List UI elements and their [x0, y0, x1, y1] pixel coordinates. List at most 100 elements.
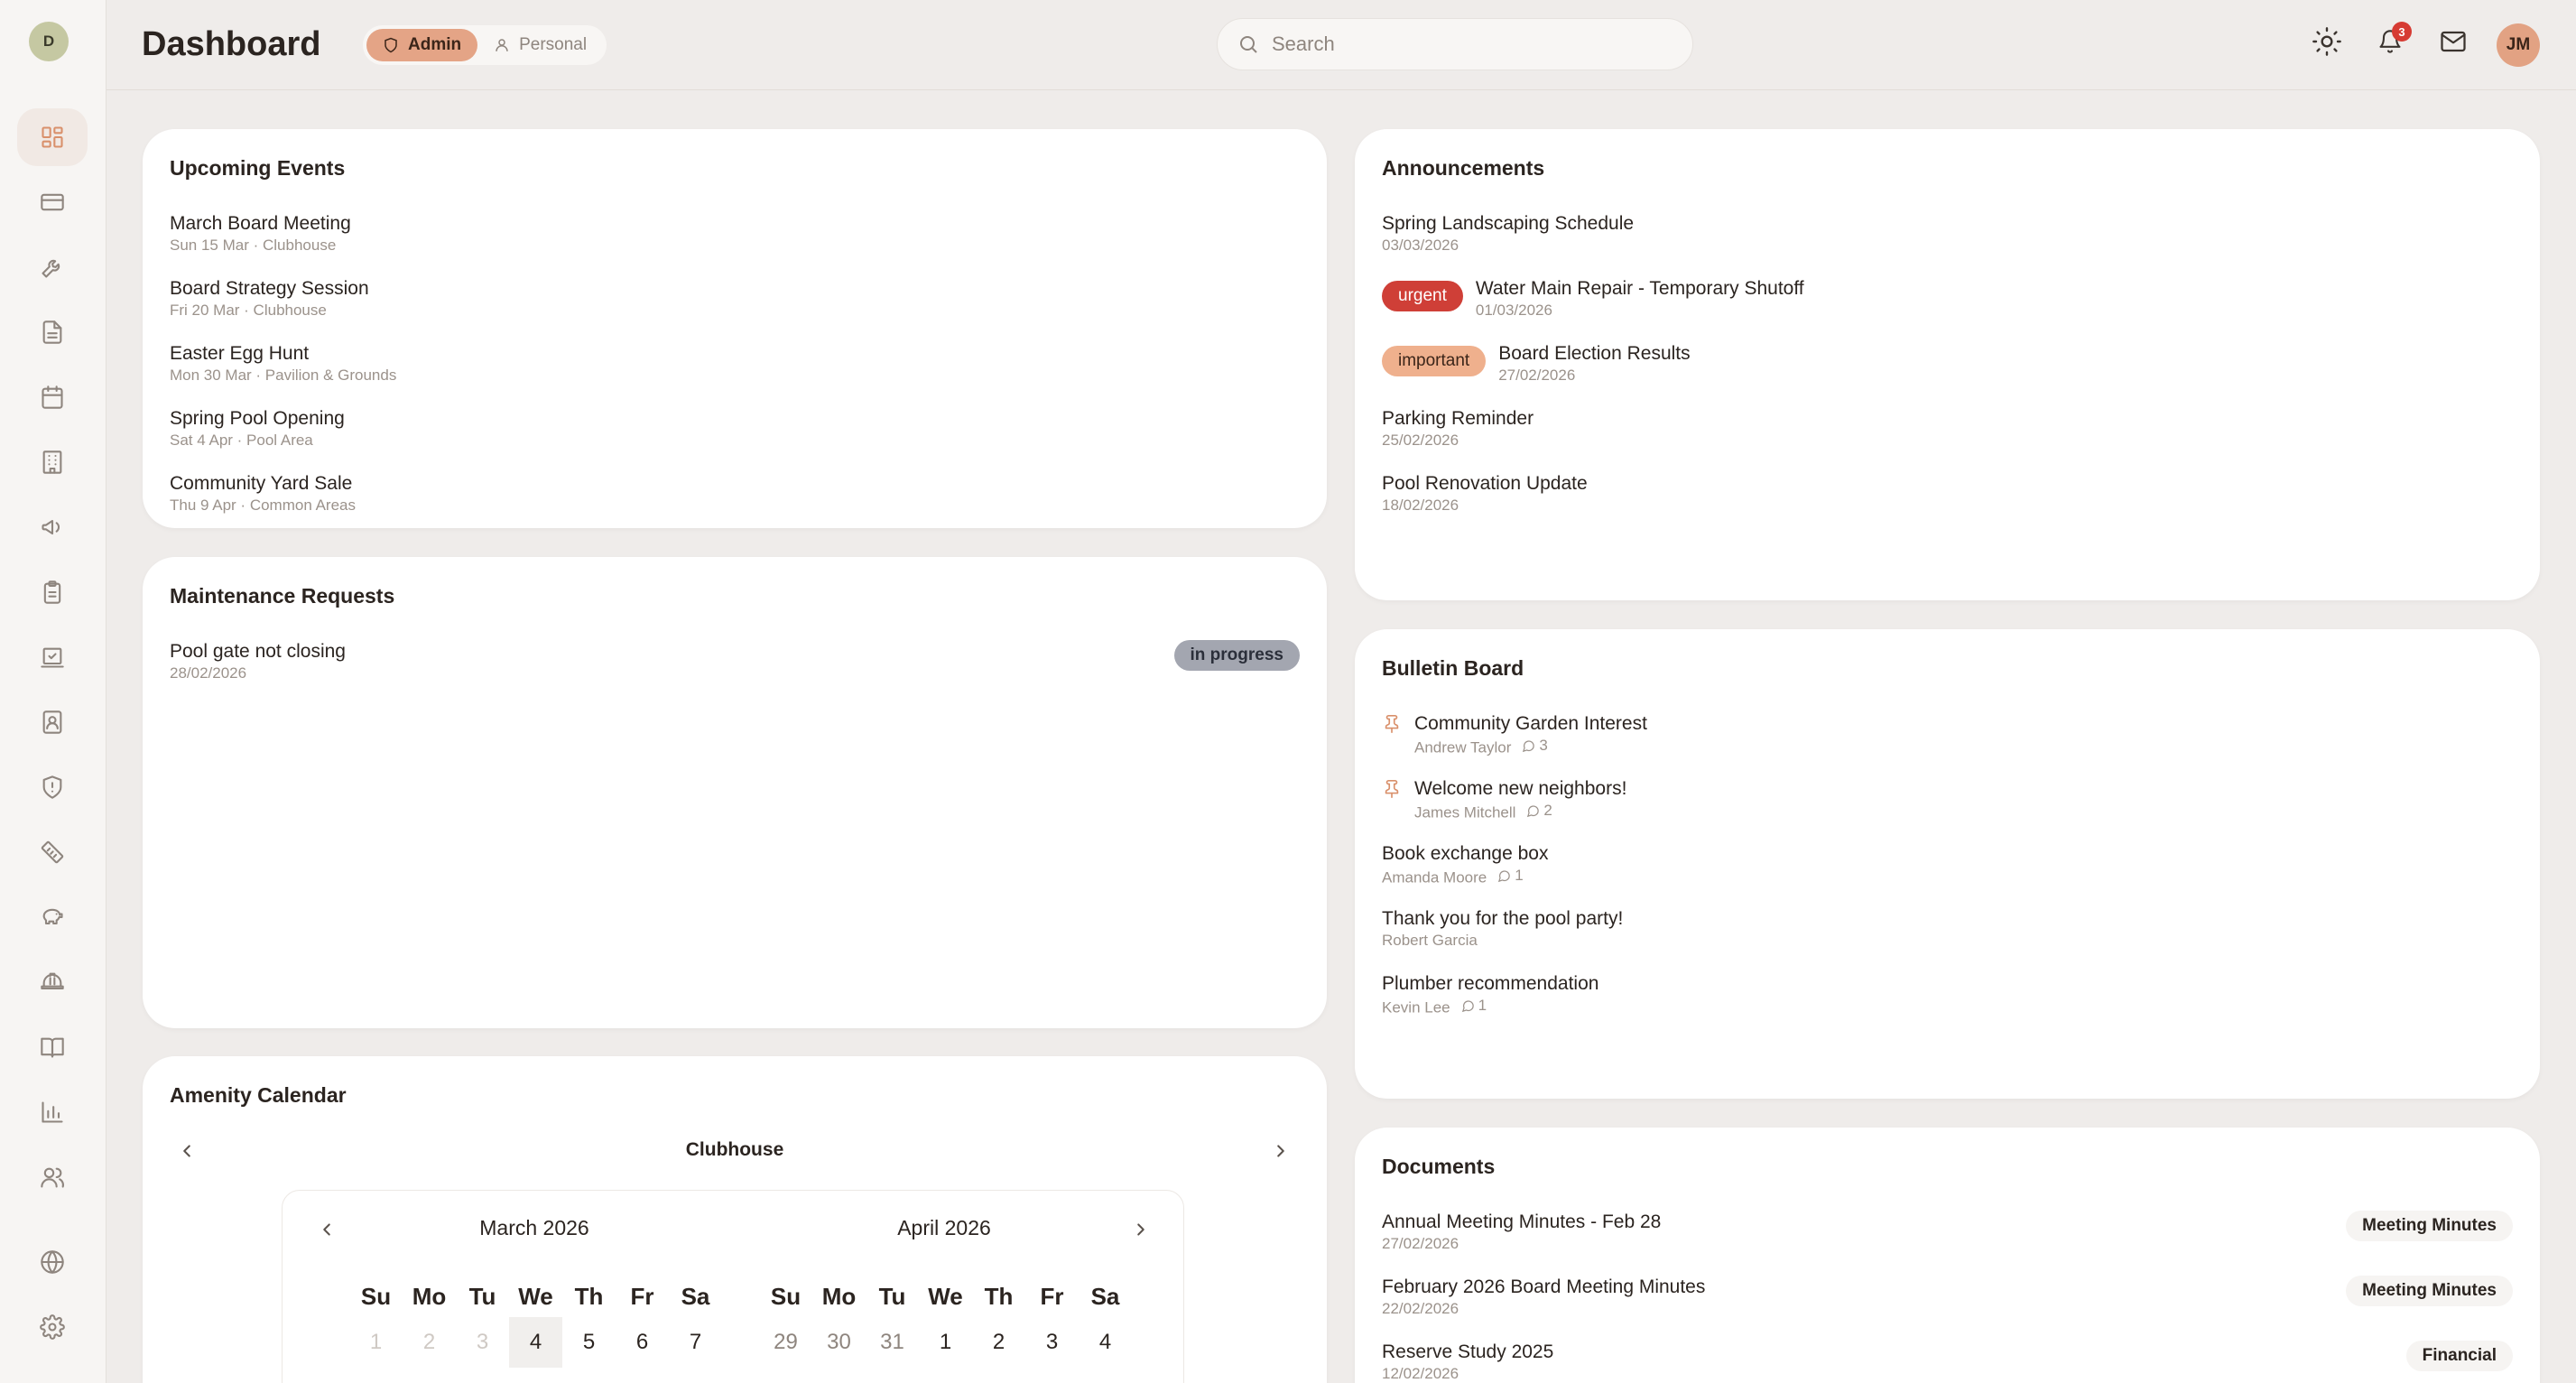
sun-icon — [2312, 27, 2341, 56]
weekday-label: Mo — [412, 1283, 447, 1310]
hard-hat-icon — [41, 972, 64, 990]
month-title: April 2026 — [897, 1216, 991, 1239]
upcoming-events-card: Upcoming Events March Board Meeting Sun 1… — [143, 129, 1327, 528]
theme-toggle-button[interactable] — [2309, 23, 2345, 60]
sidebar-item-calendar[interactable] — [17, 368, 88, 426]
announcement-date: 18/02/2026 — [1382, 497, 1459, 514]
day-cell: 29 — [774, 1330, 798, 1354]
list-item[interactable]: Easter Egg Hunt Mon 30 Mar · Pavilion & G… — [170, 342, 1300, 407]
list-item[interactable]: Plumber recommendation Kevin Lee 1 — [1382, 972, 2513, 1037]
list-item[interactable]: Pool gate not closing 28/02/2026 in prog… — [170, 640, 1300, 705]
list-item[interactable]: Reserve Study 2025 12/02/2026 Financial — [1382, 1341, 2513, 1383]
sidebar-item-voting[interactable] — [17, 628, 88, 686]
pin-icon — [1382, 779, 1402, 803]
notification-count-badge: 3 — [2392, 22, 2412, 42]
next-amenity-button[interactable] — [1267, 1137, 1294, 1165]
list-item[interactable]: Parking Reminder 25/02/2026 — [1382, 407, 2513, 472]
announcement-date: 25/02/2026 — [1382, 432, 1459, 449]
day-cell[interactable]: 7 — [669, 1317, 722, 1368]
search-bar — [1217, 18, 1693, 70]
role-personal-button[interactable]: Personal — [477, 29, 603, 61]
event-title: Board Strategy Session — [170, 278, 369, 299]
day-cell[interactable]: 1 — [919, 1317, 972, 1368]
list-item[interactable]: Board Strategy Session Fri 20 Mar · Clubh… — [170, 277, 1300, 342]
weekday-label: We — [928, 1283, 963, 1310]
days-row: 29 30 31 1 2 3 4 — [759, 1317, 1132, 1368]
list-item[interactable]: Pool Renovation Update 18/02/2026 — [1382, 472, 2513, 537]
notifications-button[interactable]: 3 — [2372, 22, 2412, 60]
list-item[interactable]: important Board Election Results 27/02/2… — [1382, 342, 2513, 407]
list-item[interactable]: Welcome new neighbors! James Mitchell 2 — [1382, 777, 2513, 842]
shield-icon — [385, 37, 397, 53]
documents-card: Documents Annual Meeting Minutes - Feb 2… — [1355, 1128, 2540, 1383]
logo[interactable]: D — [29, 22, 69, 61]
day-cell-today[interactable]: 4 — [509, 1317, 562, 1368]
sidebar-item-security[interactable] — [17, 758, 88, 816]
sidebar-item-architecture[interactable] — [17, 823, 88, 881]
sidebar-item-maintenance[interactable] — [17, 238, 88, 296]
sidebar-item-budget[interactable] — [17, 888, 88, 946]
comment-count: 1 — [1497, 866, 1524, 886]
list-item[interactable]: Community Garden Interest Andrew Taylor 3 — [1382, 712, 2513, 777]
sidebar-item-properties[interactable] — [17, 433, 88, 491]
announcement-title: Parking Reminder — [1382, 408, 1534, 429]
sidebar-item-directory[interactable] — [17, 693, 88, 751]
day-cell[interactable]: 2 — [972, 1317, 1025, 1368]
list-item[interactable]: Spring Pool Opening Sat 4 Apr · Pool Area — [170, 407, 1300, 472]
sidebar-item-dashboard[interactable] — [17, 108, 88, 166]
event-title: March Board Meeting — [170, 213, 351, 234]
sidebar-item-reports[interactable] — [17, 1083, 88, 1141]
documents-list: Annual Meeting Minutes - Feb 28 27/02/20… — [1382, 1211, 2513, 1383]
weekday-header: Su Mo Tu We Th Fr Sa — [759, 1283, 1132, 1311]
urgent-badge: urgent — [1382, 281, 1463, 311]
sidebar-item-residents[interactable] — [17, 1148, 88, 1206]
post-title: Community Garden Interest — [1414, 713, 1647, 734]
contact-icon — [42, 710, 62, 734]
next-month-button[interactable] — [1127, 1216, 1154, 1243]
list-item[interactable]: February 2026 Board Meeting Minutes 22/0… — [1382, 1276, 2513, 1341]
user-avatar[interactable]: JM — [2497, 23, 2540, 67]
announcements-card: Announcements Spring Landscaping Schedul… — [1355, 129, 2540, 600]
document-date: 27/02/2026 — [1382, 1235, 1459, 1252]
maintenance-requests-card: Maintenance Requests Pool gate not closi… — [143, 557, 1327, 1028]
sidebar-item-rules[interactable] — [17, 1018, 88, 1076]
amenity-name: Clubhouse — [685, 1139, 784, 1160]
weekday-label: Su — [360, 1283, 392, 1310]
list-item[interactable]: Book exchange box Amanda Moore 1 — [1382, 842, 2513, 907]
day-cell[interactable]: 3 — [1025, 1317, 1079, 1368]
list-item[interactable]: urgent Water Main Repair - Temporary Shu… — [1382, 277, 2513, 342]
sidebar-item-vendors[interactable] — [17, 953, 88, 1011]
list-item[interactable]: Annual Meeting Minutes - Feb 28 27/02/20… — [1382, 1211, 2513, 1276]
messages-button[interactable] — [2435, 23, 2471, 60]
post-title: Thank you for the pool party! — [1382, 908, 1624, 929]
event-meta: Sat 4 Apr · Pool Area — [170, 432, 313, 449]
weekday-label: Th — [984, 1283, 1014, 1310]
day-cell[interactable]: 4 — [1079, 1317, 1132, 1368]
sidebar-item-announcements[interactable] — [17, 498, 88, 556]
prev-month-button[interactable] — [313, 1216, 340, 1243]
chevron-right-icon — [1137, 1223, 1144, 1236]
sidebar-item-payments[interactable] — [17, 173, 88, 231]
day-cell[interactable]: 5 — [562, 1317, 616, 1368]
weekday-label: Tu — [468, 1283, 496, 1310]
sidebar-item-website[interactable] — [17, 1233, 88, 1291]
day-cell[interactable]: 6 — [616, 1317, 669, 1368]
sidebar: D — [0, 0, 107, 1383]
day-cell: 31 — [880, 1330, 904, 1354]
list-item[interactable]: March Board Meeting Sun 15 Mar · Clubhous… — [170, 212, 1300, 277]
sidebar-item-tasks[interactable] — [17, 563, 88, 621]
important-badge: important — [1382, 346, 1487, 376]
top-header: Dashboard Admin Personal 3 JM — [107, 0, 2576, 90]
list-item[interactable]: Thank you for the pool party! Robert Gar… — [1382, 907, 2513, 972]
list-item[interactable]: Community Yard Sale Thu 9 Apr · Common Ar… — [170, 472, 1300, 528]
post-author: Amanda Moore — [1382, 868, 1487, 886]
sidebar-item-settings[interactable] — [17, 1298, 88, 1356]
clipboard-icon — [43, 580, 61, 604]
list-item[interactable]: Spring Landscaping Schedule 03/03/2026 — [1382, 212, 2513, 277]
weekday-header: Su Mo Tu We Th Fr Sa — [349, 1283, 722, 1311]
search-input[interactable] — [1272, 32, 1669, 56]
sidebar-item-documents[interactable] — [17, 303, 88, 361]
document-icon — [42, 320, 62, 344]
role-admin-button[interactable]: Admin — [366, 29, 478, 61]
month-title: March 2026 — [479, 1216, 589, 1239]
